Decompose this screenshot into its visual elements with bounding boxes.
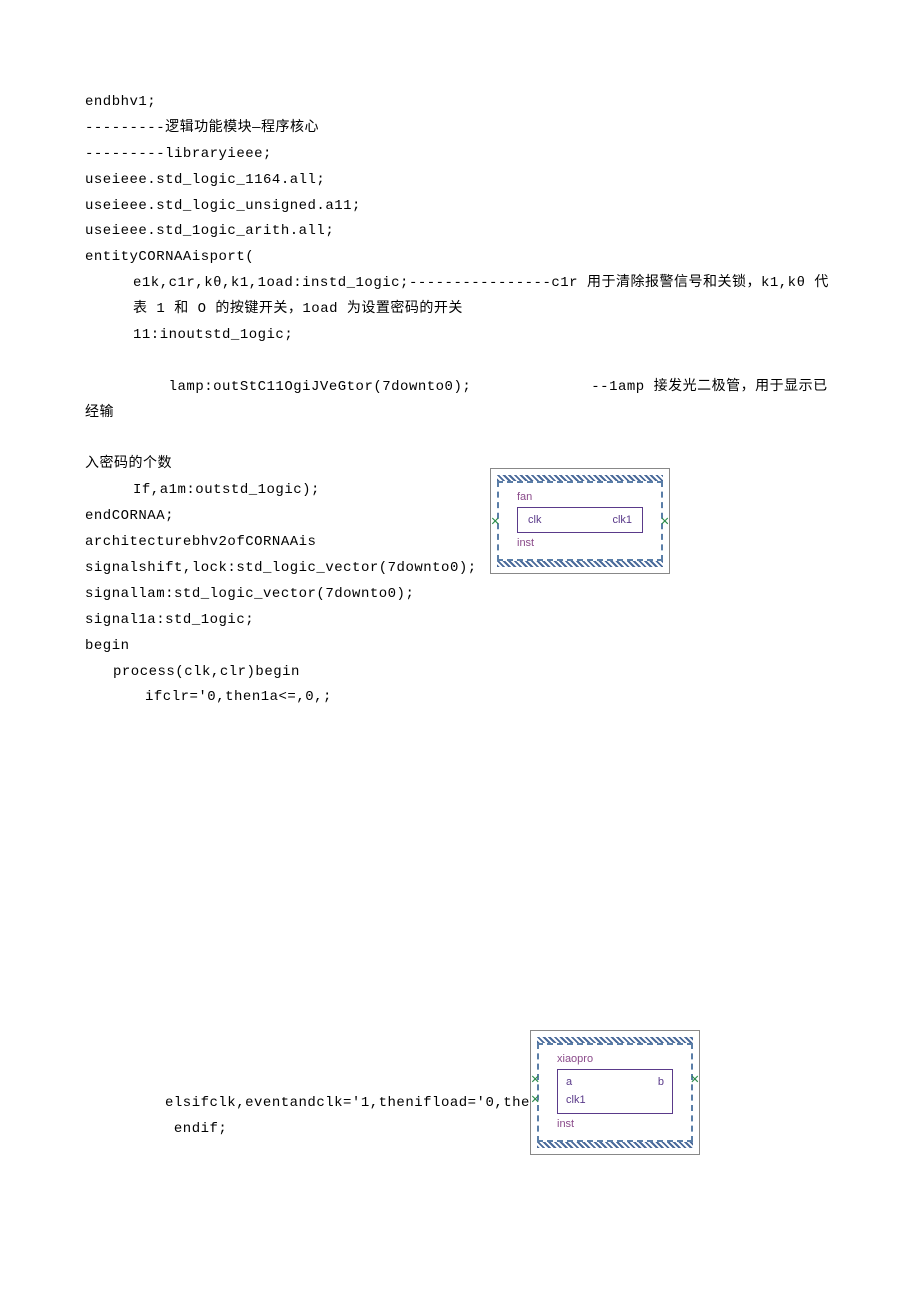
block-body: clk clk1 [517, 507, 643, 533]
hatch-bottom [497, 561, 663, 567]
block-name: xiaopro [557, 1053, 683, 1065]
block-body: a b clk1 [557, 1069, 673, 1114]
port-b: b [658, 1074, 664, 1092]
code-line: signallam:std_logic_vector(7downto0); [85, 582, 835, 608]
code-line: ---------libraryieee; [85, 142, 835, 168]
code-line: begin [85, 634, 835, 660]
port-left: clk [528, 514, 541, 526]
block-diagram-fan: ✕ ✕ fan clk clk1 inst [490, 468, 670, 574]
code-line: 11:inoutstd_1ogic; [85, 323, 835, 349]
pin-left-icon: ✕ [491, 513, 499, 530]
code-line: elsifclk,eventandclk='1,thenifload='0,th… [85, 1091, 835, 1117]
port-a: a [566, 1074, 572, 1092]
code-line: entityCORNAAisport( [85, 245, 835, 271]
diagram-inner: ✕ ✕ fan clk clk1 inst [497, 481, 663, 561]
pin-right-icon: ✕ [691, 1071, 699, 1088]
code-line: lamp:outStC11OgiJVeGtor(7downto0);--1amp… [85, 349, 835, 453]
code-line: useieee.std_logic_unsigned.a11; [85, 194, 835, 220]
block-name: fan [517, 491, 653, 503]
instance-label: inst [557, 1118, 683, 1130]
document-page: endbhv1; ---------逻辑功能模块—程序核心 ---------l… [0, 0, 920, 1183]
code-line: e1k,c1r,kθ,k1,1oad:instd_1ogic;---------… [85, 271, 835, 323]
pin-right-icon: ✕ [661, 513, 669, 530]
code-line: useieee.std_1ogic_arith.all; [85, 219, 835, 245]
instance-label: inst [517, 537, 653, 549]
code-line: endbhv1; [85, 90, 835, 116]
code-line: architecturebhv2ofCORNAAis [85, 530, 835, 556]
code-line: signalshift,lock:std_logic_vector(7downt… [85, 556, 835, 582]
spacer [85, 711, 835, 1091]
hatch-bottom [537, 1142, 693, 1148]
pin-left-icon: ✕ [531, 1071, 539, 1088]
code-line: endif; [85, 1117, 835, 1143]
port-clk1: clk1 [566, 1092, 664, 1110]
block-diagram-xiaopro: ✕ ✕ ✕ xiaopro a b clk1 inst [530, 1030, 700, 1155]
code-line: 入密码的个数 [85, 452, 835, 478]
code-line: useieee.std_logic_1164.all; [85, 168, 835, 194]
code-fragment: lamp:outStC11OgiJVeGtor(7downto0); [169, 379, 472, 395]
diagram-inner: ✕ ✕ ✕ xiaopro a b clk1 inst [537, 1043, 693, 1142]
port-right: clk1 [612, 514, 632, 526]
code-line: If,a1m:outstd_1ogic); [85, 478, 835, 504]
code-line: endCORNAA; [85, 504, 835, 530]
code-line: ifclr='0,then1a<=,0,; [85, 685, 835, 711]
code-line: ---------逻辑功能模块—程序核心 [85, 116, 835, 142]
code-line: signal1a:std_1ogic; [85, 608, 835, 634]
pin-left-icon: ✕ [531, 1091, 539, 1108]
code-line: process(clk,clr)begin [85, 660, 835, 686]
